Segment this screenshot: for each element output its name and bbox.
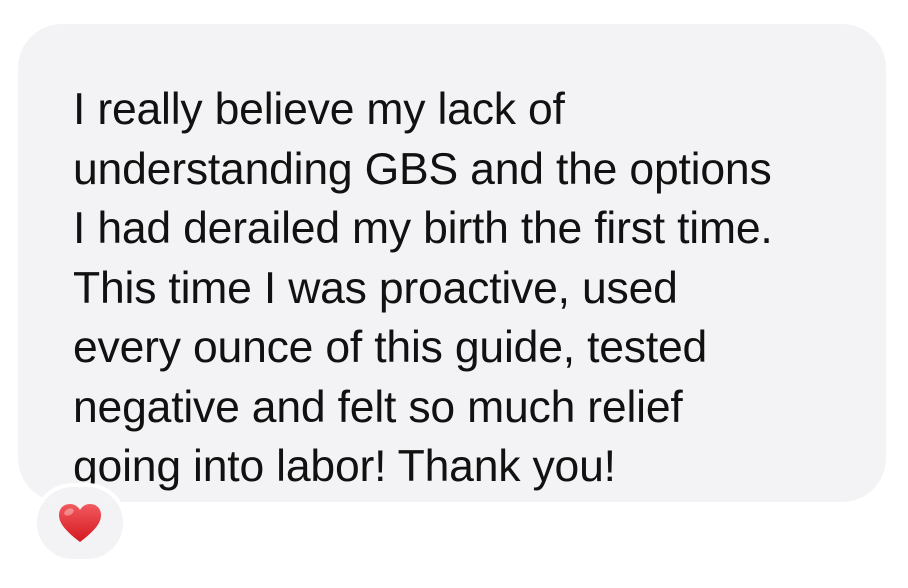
- message-line: I had derailed my birth the first time.: [73, 204, 773, 253]
- message-text: I really believe my lack of understandin…: [73, 80, 893, 497]
- message-line: going into labor! Thank you!: [73, 442, 616, 491]
- message-line: negative and felt so much relief: [73, 382, 683, 432]
- message-line: every ounce of this guide, tested: [73, 323, 708, 372]
- message-bubble[interactable]: I really believe my lack of understandin…: [18, 24, 886, 502]
- reaction-badge[interactable]: [33, 483, 127, 563]
- message-line: understanding GBS and the options: [73, 144, 772, 194]
- heart-icon: [59, 504, 101, 542]
- message-line: This time I was proactive, used: [73, 263, 678, 313]
- message-line: I really believe my lack of: [73, 85, 565, 134]
